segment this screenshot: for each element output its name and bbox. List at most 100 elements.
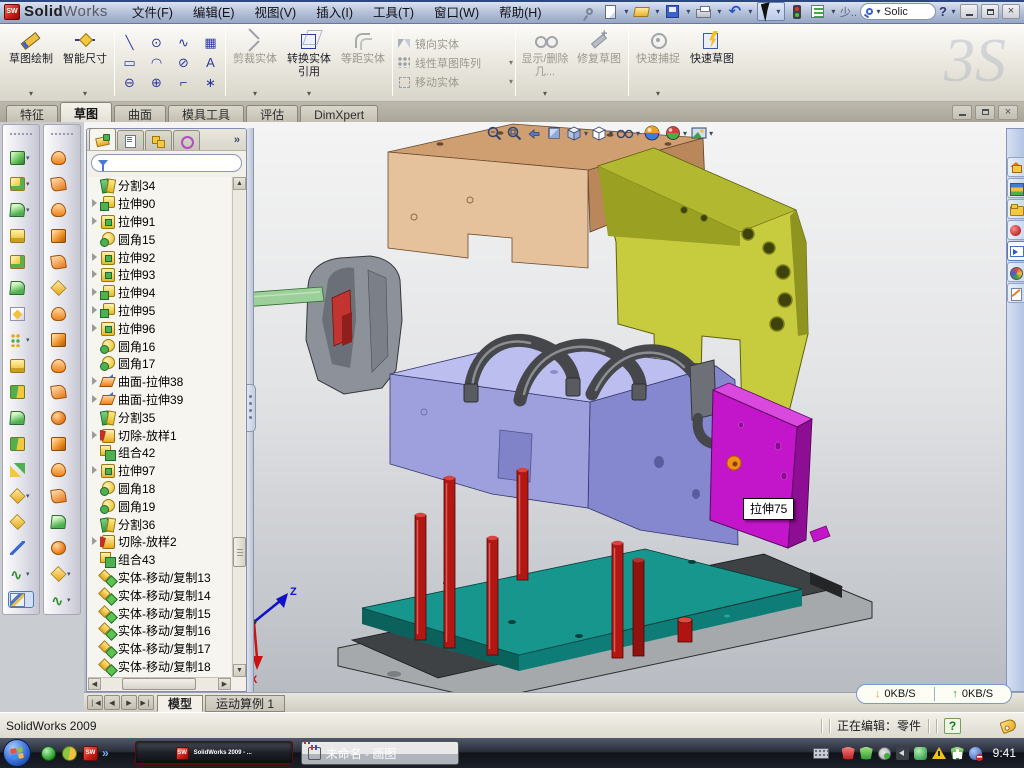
- mold-toolbar-button[interactable]: ▾: [51, 565, 73, 582]
- caret-down-icon[interactable]: ▾: [29, 89, 33, 98]
- menu-item[interactable]: 插入(I): [306, 0, 363, 23]
- feature-tree-item[interactable]: 拉伸97: [88, 462, 231, 480]
- toolbar-overflow[interactable]: 少..: [840, 4, 857, 20]
- mold-toolbar-button[interactable]: ▾: [51, 513, 73, 530]
- ribbon-button[interactable]: 转换实体引用 ▾: [282, 26, 336, 99]
- feature-tree-item[interactable]: 实体-移动/复制14: [88, 586, 231, 604]
- expander-icon[interactable]: [90, 537, 99, 546]
- sketch-entity-icon[interactable]: A: [202, 53, 219, 73]
- quick-launch-icon[interactable]: [62, 746, 77, 761]
- tray-icon[interactable]: [860, 747, 873, 760]
- features-toolbar-button[interactable]: ▾: [10, 227, 32, 244]
- tray-icon[interactable]: [932, 747, 946, 759]
- propertymanager-tab[interactable]: [117, 130, 144, 150]
- feature-tree-item[interactable]: 实体-移动/复制16: [88, 622, 231, 640]
- appearances-scenes-tab[interactable]: [1007, 262, 1024, 282]
- mold-toolbar-button[interactable]: ▾: [51, 435, 73, 452]
- select-tool-button[interactable]: ▾: [757, 2, 785, 21]
- feature-tree-item[interactable]: 曲面-拉伸39: [88, 391, 231, 409]
- display-style-icon[interactable]: ▾: [591, 125, 613, 142]
- features-toolbar-button[interactable]: ▾: [10, 513, 32, 530]
- last-tab-button[interactable]: ▶❘: [138, 695, 154, 710]
- custom-properties-tab[interactable]: [1007, 283, 1024, 303]
- taskbar-clock[interactable]: 9:41: [993, 746, 1016, 760]
- feature-tree-item[interactable]: 圆角16: [88, 337, 231, 355]
- section-view-icon[interactable]: [546, 125, 563, 142]
- caret-down-icon[interactable]: ▾: [26, 492, 32, 500]
- mold-toolbar-button[interactable]: ▾: [51, 253, 73, 270]
- mold-toolbar-button[interactable]: ▾: [51, 149, 73, 166]
- solidworks-launcher-icon[interactable]: SW: [83, 746, 98, 761]
- sketch-entity-icon[interactable]: ⊖: [121, 73, 138, 93]
- help-button[interactable]: ?: [939, 4, 947, 19]
- feature-tree-item[interactable]: 圆角15: [88, 230, 231, 248]
- menu-item[interactable]: 窗口(W): [424, 0, 489, 23]
- feature-tree-item[interactable]: 拉伸93: [88, 266, 231, 284]
- scroll-right-icon[interactable]: ▶: [218, 678, 231, 690]
- tray-icon[interactable]: [842, 747, 855, 760]
- options-caret-icon[interactable]: ▾: [830, 7, 837, 16]
- expander-icon[interactable]: [90, 431, 99, 440]
- select-caret-icon[interactable]: ▾: [775, 7, 782, 16]
- menu-item[interactable]: 工具(T): [363, 0, 424, 23]
- feature-tree-item[interactable]: 拉伸91: [88, 213, 231, 231]
- tray-icon[interactable]: [914, 747, 927, 760]
- realview-icon[interactable]: [643, 124, 661, 142]
- feature-tree-item[interactable]: 拉伸95: [88, 302, 231, 320]
- features-toolbar-button[interactable]: ▾: [10, 305, 32, 322]
- features-toolbar-button[interactable]: ▾: [10, 149, 32, 166]
- document-tab[interactable]: 模型: [157, 695, 203, 712]
- doc-minimize-button[interactable]: [952, 105, 972, 120]
- ribbon-button[interactable]: 智能尺寸 ▾: [58, 26, 112, 99]
- tag-icon[interactable]: [999, 717, 1017, 733]
- tree-filter-input[interactable]: [91, 154, 242, 172]
- feature-tree-item[interactable]: 实体-移动/复制15: [88, 604, 231, 622]
- command-tab[interactable]: 模具工具: [168, 105, 244, 122]
- sketch-entity-icon[interactable]: ╲: [121, 33, 138, 53]
- ribbon-button[interactable]: 显示/删除几... ▾: [518, 26, 572, 99]
- zoom-to-area-icon[interactable]: [506, 125, 523, 142]
- ribbon-stack-button[interactable]: 镜向实体 ▾: [397, 36, 513, 52]
- hscroll-thumb[interactable]: [122, 678, 196, 690]
- prev-tab-button[interactable]: ◀: [104, 695, 120, 710]
- features-toolbar-button[interactable]: ▾: [10, 409, 32, 426]
- open-caret-icon[interactable]: ▾: [654, 7, 661, 16]
- feature-tree-item[interactable]: 分割36: [88, 515, 231, 533]
- rebuild-icon[interactable]: [788, 3, 806, 20]
- expander-icon[interactable]: [90, 270, 99, 279]
- sketch-entity-icon[interactable]: ⊘: [175, 53, 192, 73]
- app-restore-button[interactable]: [981, 4, 999, 19]
- menu-item[interactable]: 编辑(E): [183, 0, 245, 23]
- dimxpertmanager-tab[interactable]: [173, 130, 200, 150]
- mold-toolbar-button[interactable]: ▾: [51, 227, 73, 244]
- zoom-to-fit-icon[interactable]: [486, 125, 503, 142]
- feature-tree-item[interactable]: 组合42: [88, 444, 231, 462]
- mold-toolbar-button[interactable]: ▾: [51, 331, 73, 348]
- ribbon-button[interactable]: 剪裁实体 ▾: [228, 26, 282, 99]
- expander-icon[interactable]: [90, 306, 99, 315]
- appearances-icon[interactable]: ▾: [664, 124, 687, 142]
- configurationmanager-tab[interactable]: [145, 130, 172, 150]
- features-toolbar-button[interactable]: ▾: [10, 253, 32, 270]
- print-button[interactable]: [695, 3, 713, 20]
- new-document-button[interactable]: [602, 3, 620, 20]
- taskbar-task-button[interactable]: SW SolidWorks 2009 - ...: [135, 741, 293, 765]
- tree-vertical-scrollbar[interactable]: ▲ ▼: [232, 177, 245, 677]
- save-button[interactable]: [664, 3, 682, 20]
- feature-tree-item[interactable]: 圆角19: [88, 497, 231, 515]
- apply-scene-icon[interactable]: ▾: [690, 125, 713, 141]
- pin-icon[interactable]: [581, 3, 599, 20]
- keyboard-layout-icon[interactable]: [813, 748, 829, 759]
- features-toolbar-button[interactable]: ▾: [10, 435, 32, 452]
- model-magenta-chip[interactable]: [810, 526, 830, 542]
- panel-chevron-icon[interactable]: »: [234, 134, 240, 146]
- expander-icon[interactable]: [90, 395, 99, 404]
- help-caret-icon[interactable]: ▾: [950, 7, 957, 16]
- ribbon-button[interactable]: 等距实体 ▾: [336, 26, 390, 99]
- mold-toolbar-button[interactable]: ▾: [51, 357, 73, 374]
- features-toolbar-button[interactable]: ▾: [8, 591, 34, 608]
- expander-icon[interactable]: [90, 324, 99, 333]
- caret-down-icon[interactable]: ▾: [656, 89, 660, 98]
- expander-icon[interactable]: [90, 288, 99, 297]
- open-button[interactable]: [633, 3, 651, 20]
